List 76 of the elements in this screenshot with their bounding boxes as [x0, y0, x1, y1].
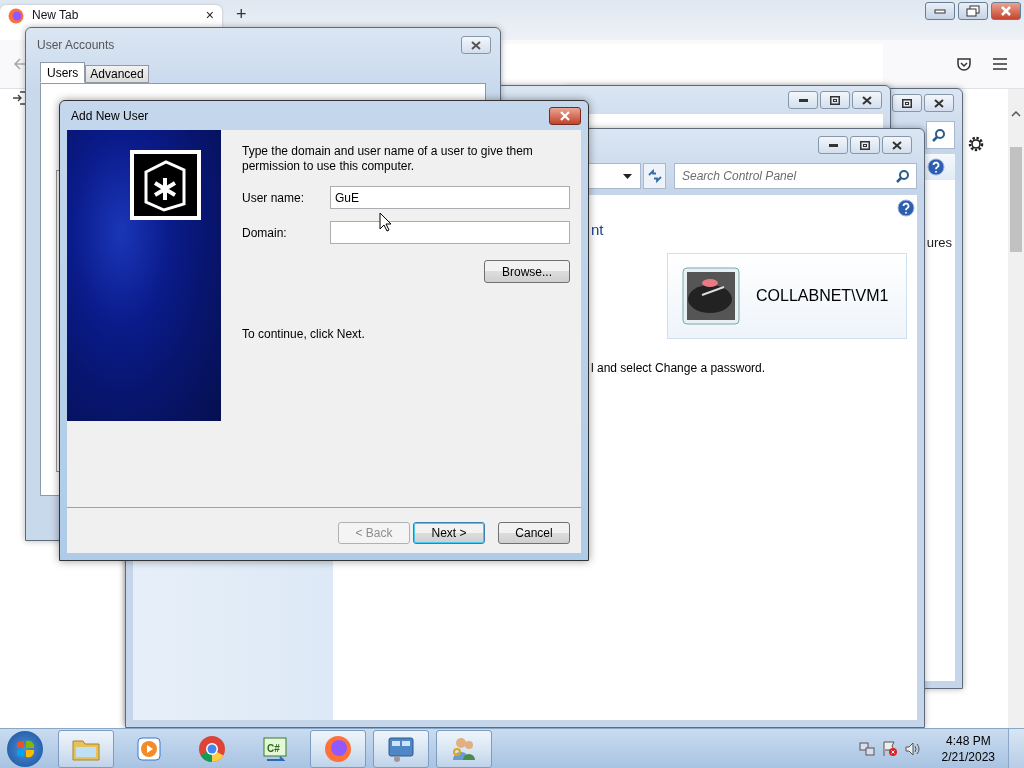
minimize-button[interactable] [818, 136, 848, 154]
body-text: ures [926, 235, 952, 250]
window-title: User Accounts [37, 38, 115, 52]
network-icon[interactable] [858, 740, 875, 757]
close-icon [1000, 6, 1012, 16]
tab[interactable]: Users [40, 62, 86, 83]
scrollbar[interactable] [1008, 89, 1024, 728]
turntable-picture-icon [682, 267, 740, 325]
flag-alert-icon[interactable] [881, 740, 898, 757]
input-field[interactable]: GuE [330, 186, 570, 209]
close-icon [558, 110, 572, 121]
address-field[interactable] [503, 44, 883, 84]
input-field[interactable] [330, 221, 570, 244]
maximize-icon [902, 98, 912, 108]
help-icon[interactable] [897, 199, 915, 217]
settings-icon[interactable] [967, 135, 985, 153]
taskbar-button[interactable]: C# [247, 729, 303, 768]
close-button[interactable] [882, 136, 912, 154]
close-icon [934, 98, 944, 108]
dialog-title: Add New User [71, 108, 149, 123]
minimize-icon [798, 98, 808, 102]
close-icon [469, 39, 483, 51]
tab[interactable]: Advanced [85, 65, 149, 83]
menu-icon[interactable] [992, 57, 1008, 71]
maximize-button[interactable] [850, 136, 880, 154]
speaker-icon[interactable] [904, 740, 921, 757]
field-label: Domain: [242, 225, 288, 240]
taskbar-button[interactable] [310, 729, 366, 768]
page-heading: nt [591, 221, 604, 238]
dialog-button[interactable]: Cancel [498, 522, 570, 544]
clock[interactable]: 4:48 PM 2/21/2023 [941, 732, 995, 765]
close-button[interactable] [461, 36, 491, 54]
scroll-up-icon[interactable] [1011, 111, 1021, 117]
maximize-button[interactable] [892, 94, 922, 112]
maximize-button[interactable] [820, 91, 850, 109]
help-icon[interactable] [927, 158, 945, 176]
search-field[interactable]: Search Control Panel [674, 163, 917, 189]
close-button[interactable] [852, 91, 882, 109]
key-card-icon [130, 150, 201, 220]
new-tab-button[interactable]: + [236, 5, 247, 23]
close-button[interactable] [924, 94, 954, 112]
tab-close-button[interactable]: × [205, 8, 214, 22]
close-icon [892, 140, 902, 150]
user-tile: COLLABNET\VM1 [667, 253, 907, 339]
taskbar-button[interactable] [373, 729, 429, 768]
close-icon [862, 95, 872, 105]
search-icon [896, 169, 910, 183]
maximize-icon [830, 95, 840, 105]
instruction-text: To continue, click Next. [242, 327, 366, 341]
browse-button[interactable]: Browse... [484, 260, 570, 283]
back-arrow-icon [13, 57, 27, 71]
instruction-text: l and select Change a password. [591, 361, 766, 375]
dialog-button[interactable]: Next > [413, 522, 485, 544]
clock-date: 2/21/2023 [941, 748, 995, 765]
minimize-icon [828, 143, 838, 147]
pocket-icon[interactable] [956, 56, 972, 72]
search-icon [932, 128, 946, 142]
close-button[interactable] [549, 106, 581, 125]
search-field[interactable] [926, 121, 955, 149]
mouse-pointer-icon [379, 212, 392, 232]
taskbar-button[interactable] [436, 729, 492, 768]
scroll-thumb[interactable] [1010, 147, 1022, 252]
clock-time: 4:48 PM [945, 732, 991, 749]
field-label: User name: [242, 190, 306, 205]
refresh-button[interactable] [643, 163, 666, 189]
minimize-button[interactable] [788, 91, 818, 109]
browser-logo-icon [8, 8, 24, 24]
minimize-icon [934, 8, 946, 14]
restore-button[interactable] [958, 2, 988, 20]
maximize-icon [860, 140, 870, 150]
refresh-arrows-icon [646, 169, 663, 183]
taskbar-button[interactable] [58, 729, 114, 768]
instruction-text: Type the domain and user name of a user to give them permission to use this computer. [242, 144, 534, 174]
restore-icon [966, 5, 980, 17]
windows-logo-icon [7, 730, 43, 767]
icon-label: C# [267, 742, 280, 754]
